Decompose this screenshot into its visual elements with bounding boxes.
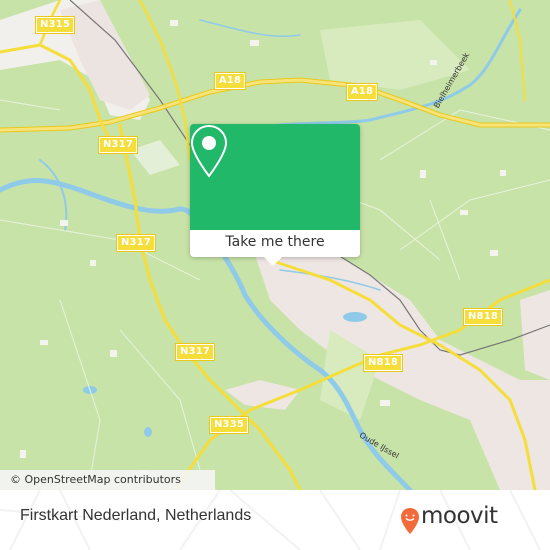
- road-label-n317: N317: [97, 136, 139, 154]
- brand-name: moovit: [421, 503, 498, 529]
- moovit-pin-icon: [401, 508, 419, 534]
- moovit-logo[interactable]: moovit: [400, 502, 510, 538]
- map-pin-icon: [190, 124, 228, 178]
- urban-area: [255, 245, 550, 490]
- pond: [144, 427, 152, 437]
- road-n317-branch: [138, 0, 192, 162]
- road-label-n317: N317: [115, 234, 157, 252]
- road-label-n335: N335: [208, 416, 250, 434]
- popup-header: [190, 124, 360, 230]
- road-label-n317: N317: [174, 343, 216, 361]
- stream: [199, 19, 301, 38]
- urban-area: [130, 140, 180, 175]
- map-attribution[interactable]: © OpenStreetMap contributors: [0, 470, 215, 490]
- road-label-a18: A18: [345, 83, 379, 101]
- footer: Firstkart Nederland, Netherlands moovit: [0, 490, 550, 550]
- road-label-a18: A18: [213, 72, 247, 90]
- map-view[interactable]: N315 A18 A18 N317 N317 N317 N335 N818 N8…: [0, 0, 550, 490]
- road-label-n818: N818: [362, 354, 404, 372]
- take-me-there-button[interactable]: Take me there: [190, 230, 360, 257]
- road-label-n315: N315: [34, 16, 76, 34]
- location-popup: Take me there: [190, 124, 360, 266]
- stream: [39, 159, 68, 231]
- lake: [343, 312, 367, 322]
- place-name: Firstkart Nederland, Netherlands: [20, 507, 252, 524]
- road-label-n818: N818: [462, 308, 504, 326]
- popup-pointer: [264, 257, 282, 266]
